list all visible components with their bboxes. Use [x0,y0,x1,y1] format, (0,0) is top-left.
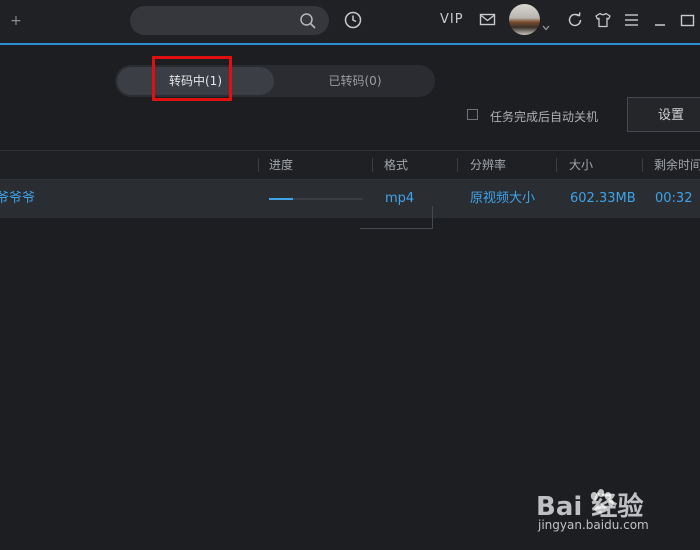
maximize-icon[interactable] [679,10,699,30]
search-input[interactable] [142,11,296,32]
table-header: 进度 格式 分辨率 大小 剩余时间 [0,150,700,180]
column-progress[interactable]: 进度 [269,151,293,179]
minimize-icon[interactable] [652,10,672,30]
progress-bar [269,198,363,200]
transcode-tab-group: 转码中(1) 已转码(0) [115,65,435,97]
resolution-value: 原视频大小 [470,191,536,206]
format-value: mp4 [385,191,415,206]
size-value: 602.33MB [570,191,636,206]
paw-icon [586,488,620,518]
remaining-time-value: 00:32 [655,191,693,206]
column-remaining-time[interactable]: 剩余时间 [654,151,700,179]
table-row[interactable]: 爷爷爷 mp4 原视频大小 602.33MB 00:32 [0,180,700,218]
title-bar: + VIP [0,0,700,45]
search-icon[interactable] [299,12,317,30]
progress-fill [269,198,293,200]
file-name: 爷爷爷 [0,191,36,206]
column-size[interactable]: 大小 [569,151,593,179]
clock-icon[interactable] [343,10,363,30]
baidu-jingyan-watermark: Bai 经验 jingyan.baidu.com [536,486,696,546]
column-resolution[interactable]: 分辨率 [470,151,506,179]
column-divider[interactable] [556,158,557,172]
left-fragment-text: ： [0,104,8,124]
vip-label[interactable]: VIP [440,12,464,27]
plus-icon[interactable]: + [8,11,24,31]
settings-button[interactable]: 设置 [627,97,700,132]
search-box[interactable] [130,6,329,35]
column-divider[interactable] [258,158,259,172]
avatar[interactable] [509,4,540,35]
mail-icon[interactable] [479,12,499,32]
column-format[interactable]: 格式 [384,151,408,179]
chevron-down-icon[interactable] [542,16,550,31]
menu-icon[interactable] [622,10,642,30]
column-divider[interactable] [457,158,458,172]
tab-transcoding[interactable]: 转码中(1) [117,67,274,95]
shirt-icon[interactable] [593,10,613,30]
app-window: + VIP 转码中(1) 已转码(0) 任务完成后自动关机 设置 进度 格式 分… [0,0,700,550]
watermark-site: jingyan.baidu.com [538,518,649,532]
tab-transcoded[interactable]: 已转码(0) [277,65,433,97]
auto-shutdown-label[interactable]: 任务完成后自动关机 [490,108,598,125]
column-divider[interactable] [372,158,373,172]
auto-shutdown-checkbox[interactable] [467,109,478,120]
refresh-icon[interactable] [565,10,585,30]
column-divider[interactable] [642,158,643,172]
